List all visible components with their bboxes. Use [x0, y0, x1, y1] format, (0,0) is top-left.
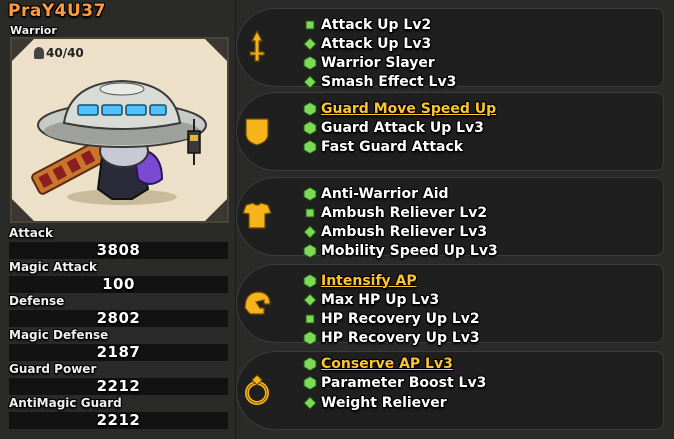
- skill-name: Weight Reliever: [321, 394, 447, 411]
- skill-row[interactable]: HP Recovery Up Lv2: [303, 309, 480, 328]
- skill-name: Attack Up Lv3: [321, 35, 432, 52]
- sword-category-icon: [239, 29, 275, 65]
- stat-label-attack: Attack: [9, 226, 53, 240]
- hexagon-gem-icon: [303, 139, 317, 154]
- skill-name: Max HP Up Lv3: [321, 291, 440, 308]
- skill-group-weapon: Attack Up Lv2 Attack Up Lv3 Warrior Slay…: [236, 8, 664, 90]
- stat-bar-attack: 3808: [9, 241, 228, 259]
- stat-label-guard-power: Guard Power: [9, 362, 97, 376]
- skill-name: Anti-Warrior Aid: [321, 185, 449, 202]
- skill-name: Smash Effect Lv3: [321, 73, 457, 90]
- skill-name: Warrior Slayer: [321, 54, 435, 71]
- level-indicator: 40/40: [34, 46, 84, 60]
- skill-name: Fast Guard Attack: [321, 138, 464, 155]
- hexagon-gem-icon: [303, 356, 317, 371]
- skill-name-highlighted: Guard Move Speed Up: [321, 100, 497, 117]
- stat-bar-magic-attack: 100: [9, 275, 228, 293]
- hexagon-gem-icon: [303, 375, 317, 390]
- stat-value-defense: 2802: [96, 309, 141, 327]
- skill-row[interactable]: Intensify AP: [303, 271, 417, 290]
- skill-name: Ambush Reliever Lv2: [321, 204, 488, 221]
- diamond-gem-icon: [303, 74, 317, 89]
- hexagon-gem-icon: [303, 186, 317, 201]
- stat-value-magic-attack: 100: [102, 275, 135, 293]
- skill-group-armor: Anti-Warrior Aid Ambush Reliever Lv2 Amb…: [236, 177, 664, 259]
- diamond-gem-icon: [303, 224, 317, 239]
- skill-row[interactable]: Warrior Slayer: [303, 53, 435, 72]
- hexagon-gem-icon: [303, 330, 317, 345]
- hexagon-gem-icon: [303, 120, 317, 135]
- skill-name: Ambush Reliever Lv3: [321, 223, 488, 240]
- armor-category-icon: [239, 198, 275, 234]
- stat-bar-magic-defense: 2187: [9, 343, 228, 361]
- stat-value-guard-power: 2212: [96, 377, 141, 395]
- skill-row[interactable]: Mobility Speed Up Lv3: [303, 241, 498, 260]
- stat-label-antimagic-guard: AntiMagic Guard: [9, 396, 122, 410]
- diamond-gem-icon: [303, 292, 317, 307]
- skill-row[interactable]: Guard Attack Up Lv3: [303, 118, 484, 137]
- skill-name: Parameter Boost Lv3: [321, 374, 487, 391]
- skill-name: Guard Attack Up Lv3: [321, 119, 484, 136]
- stat-bar-guard-power: 2212: [9, 377, 228, 395]
- skill-row[interactable]: Max HP Up Lv3: [303, 290, 439, 309]
- character-icon: [34, 47, 44, 59]
- diamond-gem-icon: [303, 36, 317, 51]
- skill-row[interactable]: Ambush Reliever Lv2: [303, 203, 487, 222]
- skill-row[interactable]: Weight Reliever: [303, 393, 447, 412]
- stat-bar-defense: 2802: [9, 309, 228, 327]
- helmet-category-icon: [239, 285, 275, 321]
- hexagon-gem-icon: [303, 273, 317, 288]
- stat-label-magic-defense: Magic Defense: [9, 328, 109, 342]
- skill-name: HP Recovery Up Lv2: [321, 310, 480, 327]
- skill-name: Attack Up Lv2: [321, 16, 432, 33]
- skill-row[interactable]: Conserve AP Lv3: [303, 354, 453, 373]
- skill-group-ring: Conserve AP Lv3 Parameter Boost Lv3 Weig…: [236, 351, 664, 430]
- stat-label-magic-attack: Magic Attack: [9, 260, 97, 274]
- skill-name-highlighted: Conserve AP Lv3: [321, 355, 453, 372]
- warrior-character-image: [31, 79, 207, 205]
- skill-row[interactable]: Guard Move Speed Up: [303, 99, 496, 118]
- hexagon-gem-icon: [303, 243, 317, 258]
- skill-row[interactable]: Attack Up Lv2: [303, 15, 431, 34]
- skill-row[interactable]: HP Recovery Up Lv3: [303, 328, 480, 347]
- skill-row[interactable]: Anti-Warrior Aid: [303, 184, 449, 203]
- square-gem-icon: [305, 20, 315, 29]
- stat-value-antimagic-guard: 2212: [96, 411, 141, 429]
- stat-bar-antimagic-guard: 2212: [9, 411, 228, 429]
- skill-name: HP Recovery Up Lv3: [321, 329, 480, 346]
- character-name: PraY4U37: [8, 1, 106, 21]
- skill-row[interactable]: Smash Effect Lv3: [303, 72, 456, 91]
- skill-row[interactable]: Ambush Reliever Lv3: [303, 222, 487, 241]
- diamond-gem-icon: [303, 395, 317, 410]
- shield-category-icon: [239, 113, 275, 149]
- skill-group-shield: Guard Move Speed Up Guard Attack Up Lv3 …: [236, 92, 664, 171]
- square-gem-icon: [305, 208, 315, 217]
- stat-value-magic-defense: 2187: [96, 343, 141, 361]
- hexagon-gem-icon: [303, 101, 317, 116]
- level-value: 40/40: [46, 46, 84, 60]
- hexagon-gem-icon: [303, 55, 317, 70]
- skill-name: Mobility Speed Up Lv3: [321, 242, 498, 259]
- ring-category-icon: [239, 372, 275, 408]
- square-gem-icon: [305, 314, 315, 323]
- skill-name-highlighted: Intensify AP: [321, 272, 417, 289]
- character-class: Warrior: [10, 24, 57, 37]
- skill-group-helmet: Intensify AP Max HP Up Lv3 HP Recovery U…: [236, 264, 664, 346]
- stat-value-attack: 3808: [96, 241, 141, 259]
- skill-row[interactable]: Parameter Boost Lv3: [303, 373, 486, 392]
- skill-row[interactable]: Attack Up Lv3: [303, 34, 431, 53]
- skill-row[interactable]: Fast Guard Attack: [303, 137, 463, 156]
- stat-label-defense: Defense: [9, 294, 65, 308]
- character-portrait: [10, 37, 229, 223]
